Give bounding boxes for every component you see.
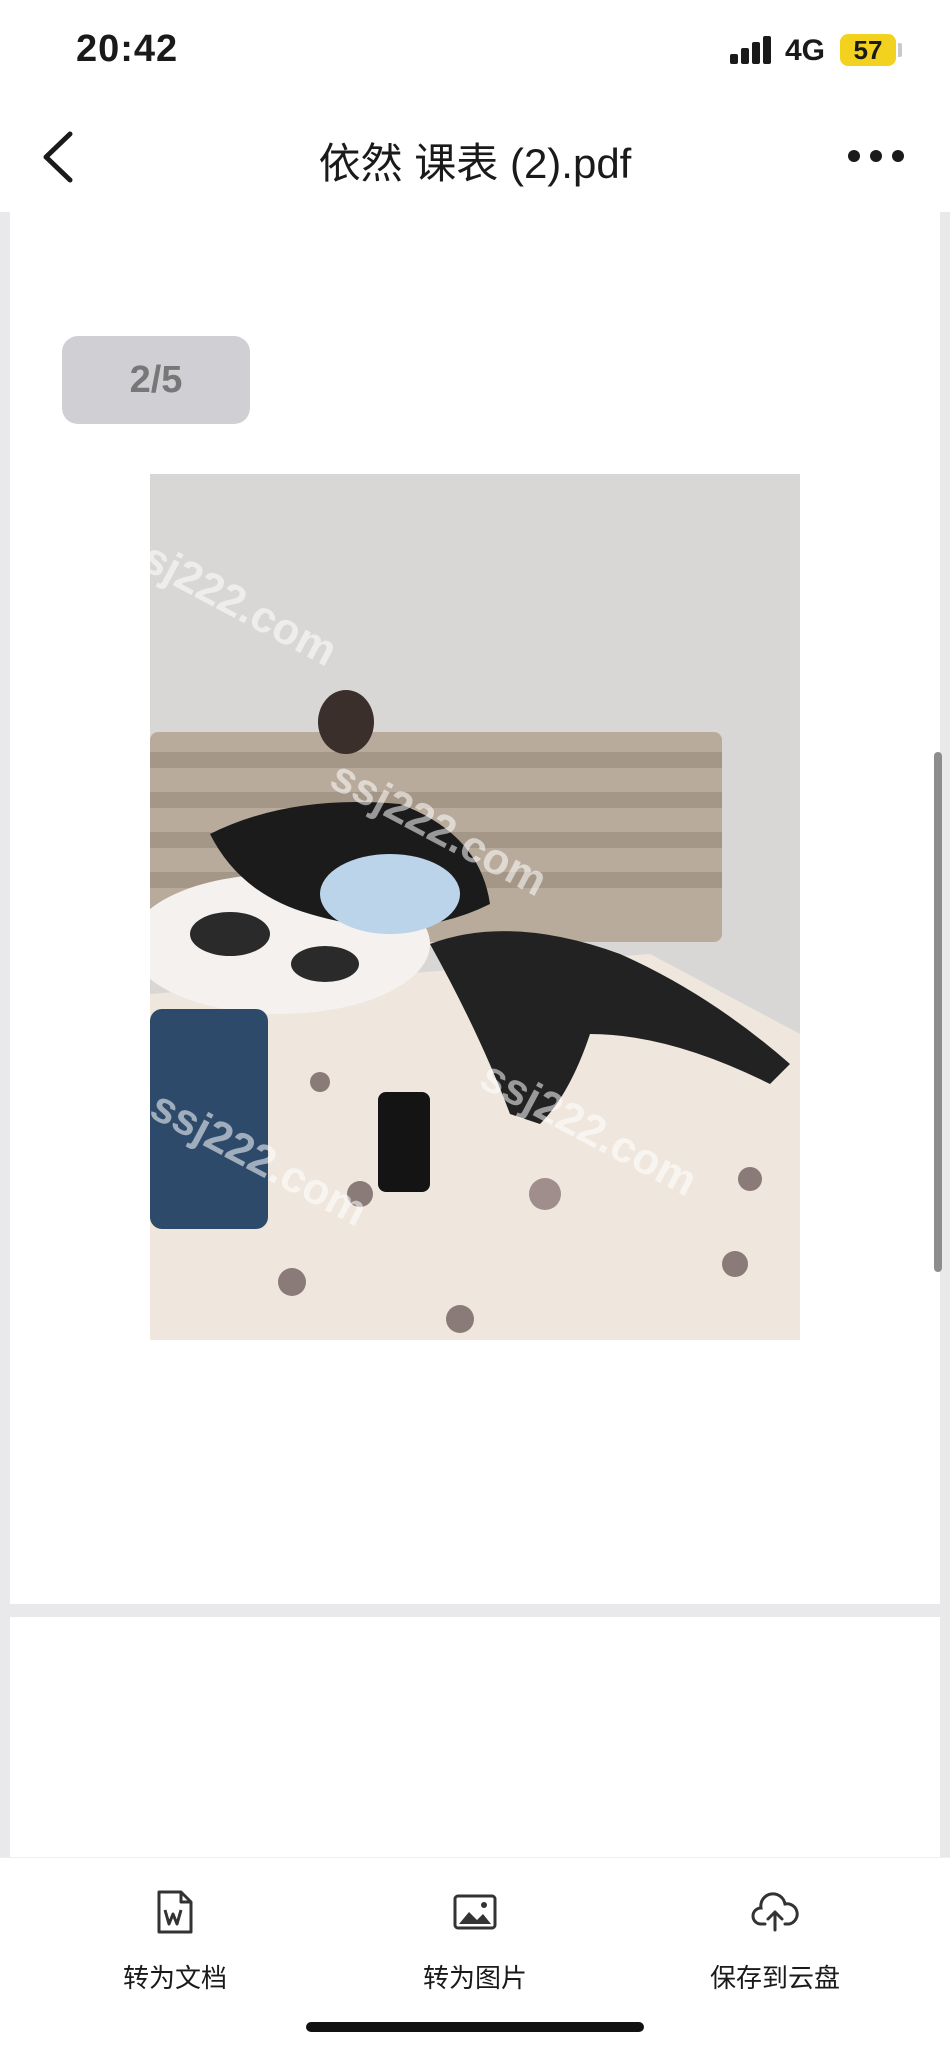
bottom-toolbar: 转为文档 转为图片 保存到云盘 [0, 1857, 950, 2057]
convert-to-image-label: 转为图片 [422, 1963, 527, 1993]
navigation-bar: 依然 课表 (2).pdf [0, 100, 950, 212]
document-title: 依然 课表 (2).pdf [318, 140, 632, 187]
home-indicator[interactable] [306, 2022, 644, 2032]
battery-icon: 57 [840, 34, 896, 66]
signal-icon [730, 36, 774, 64]
convert-to-document-button[interactable]: 转为文档 [65, 1888, 285, 1995]
network-label: 4G [785, 34, 826, 67]
convert-to-document-label: 转为文档 [122, 1963, 227, 1993]
status-bar: 20:42 4G 57 [0, 0, 950, 100]
convert-to-image-button[interactable]: 转为图片 [365, 1888, 585, 1995]
pdf-page-next [10, 1617, 940, 1857]
pdf-viewer[interactable]: ssj222.com ssj222.com ssj222.com ssj222.… [0, 212, 950, 1857]
more-icon[interactable] [848, 150, 908, 164]
back-icon[interactable] [34, 128, 88, 186]
save-to-cloud-button[interactable]: 保存到云盘 [665, 1888, 885, 1995]
image-icon [453, 1894, 497, 1930]
save-to-cloud-label: 保存到云盘 [709, 1963, 840, 1993]
status-time: 20:42 [76, 28, 179, 70]
battery-level: 57 [853, 35, 883, 65]
word-document-icon [157, 1890, 193, 1934]
pdf-page-current: ssj222.com ssj222.com ssj222.com ssj222.… [10, 284, 940, 1604]
page-photo: ssj222.com ssj222.com ssj222.com ssj222.… [150, 474, 800, 1340]
cloud-upload-icon [751, 1892, 799, 1932]
scrollbar[interactable] [934, 752, 942, 1272]
page-indicator: 2/5 [62, 336, 250, 424]
battery-tip [898, 43, 902, 57]
